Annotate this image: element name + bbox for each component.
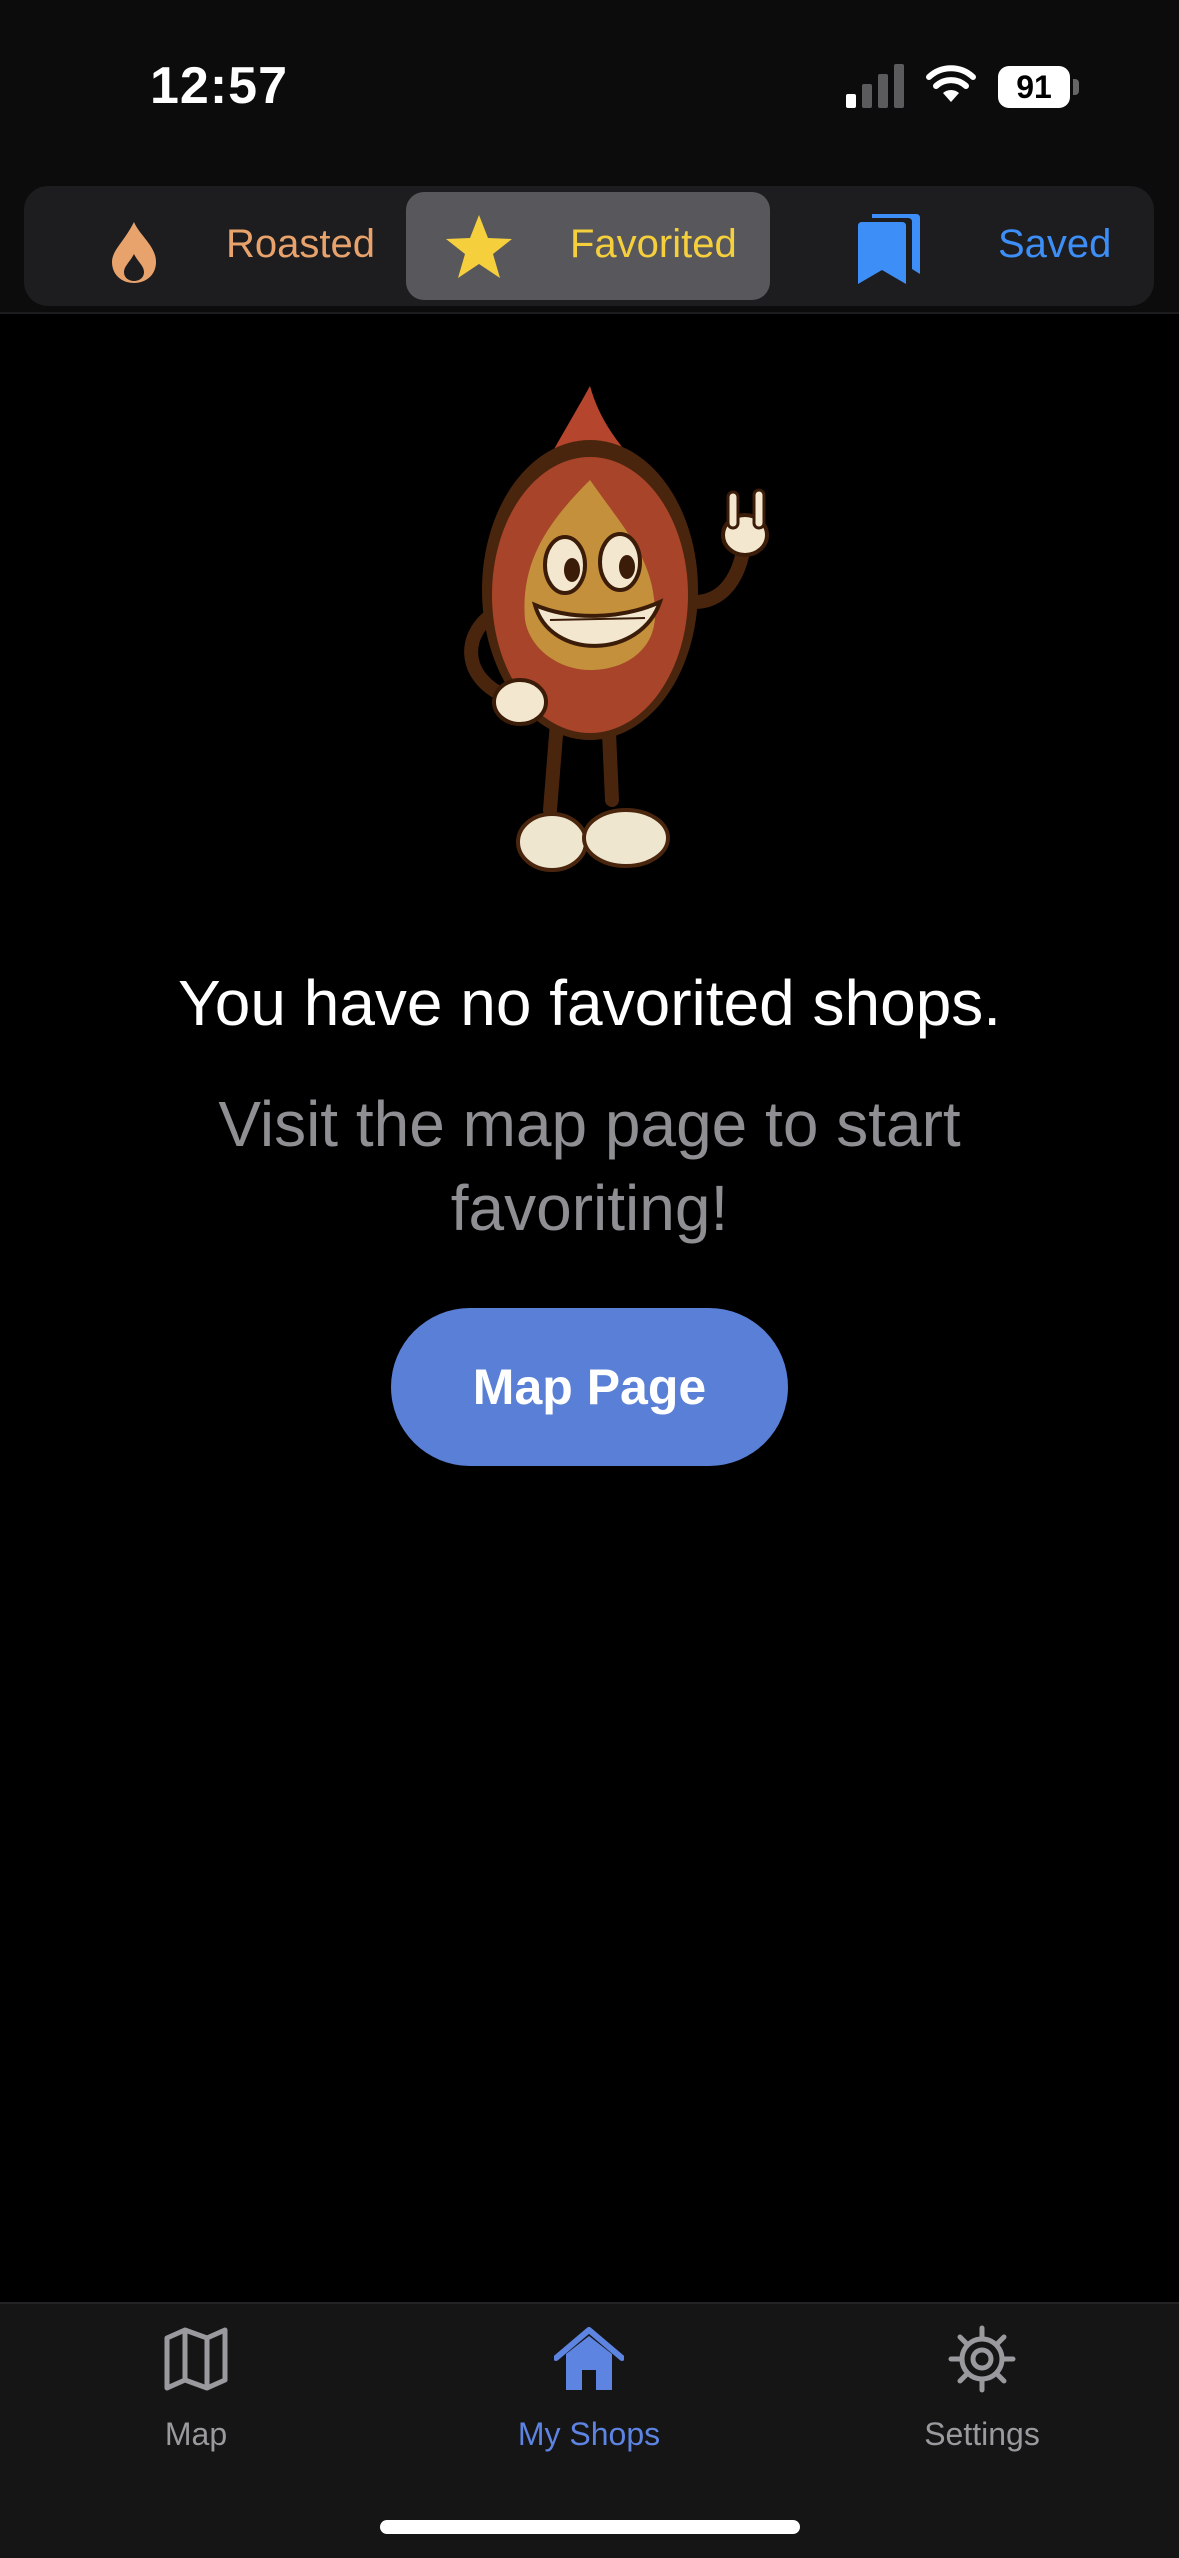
divider xyxy=(0,312,1179,314)
segment-saved-label: Saved xyxy=(998,222,1112,266)
bookmarks-icon xyxy=(858,214,920,284)
empty-state-subtitle: Visit the map page to start favoriting! xyxy=(218,1088,961,1244)
cellular-signal-icon xyxy=(846,64,904,108)
map-icon xyxy=(164,2327,228,2391)
segment-control: Roasted Favorited Saved xyxy=(24,186,1154,306)
battery-percent: 91 xyxy=(1016,69,1052,105)
segment-favorited-label: Favorited xyxy=(570,222,737,266)
header-area: 12:57 91 Roasted Favorited Saved xyxy=(0,0,1179,312)
map-page-button[interactable]: Map Page xyxy=(391,1308,788,1466)
status-time: 12:57 xyxy=(150,57,288,115)
gear-icon xyxy=(948,2325,1016,2393)
tab-my-shops[interactable]: My Shops xyxy=(459,2324,719,2474)
segment-roasted-label: Roasted xyxy=(226,222,375,266)
coffee-bean-mascot xyxy=(464,386,769,872)
wifi-icon xyxy=(926,65,976,102)
battery-indicator: 91 xyxy=(998,66,1080,108)
tab-settings-label: Settings xyxy=(924,2416,1040,2452)
tab-bar: Map My Shops Settings xyxy=(0,2302,1179,2558)
segment-roasted[interactable]: Roasted xyxy=(48,192,408,300)
home-indicator xyxy=(380,2520,800,2534)
tab-map[interactable]: Map xyxy=(66,2324,326,2474)
empty-state-title: You have no favorited shops. xyxy=(177,967,1002,1039)
segment-favorited[interactable]: Favorited xyxy=(406,192,770,300)
star-icon xyxy=(446,215,512,278)
flame-icon xyxy=(112,222,156,283)
house-icon xyxy=(554,2327,624,2390)
tab-my-shops-label: My Shops xyxy=(517,2416,661,2452)
segment-saved[interactable]: Saved xyxy=(784,192,1144,300)
tab-settings[interactable]: Settings xyxy=(852,2324,1112,2474)
tab-map-label: Map xyxy=(164,2416,228,2452)
